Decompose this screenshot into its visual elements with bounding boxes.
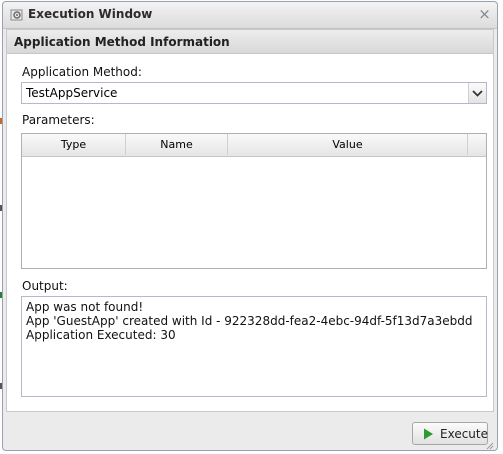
gear-window-icon [10, 8, 24, 22]
play-icon [423, 428, 434, 443]
panel-header: Application Method Information [7, 30, 493, 54]
column-header-spacer [468, 134, 486, 155]
application-method-value: TestAppService [26, 86, 118, 100]
output-line: App 'GuestApp' created with Id - 922328d… [26, 314, 473, 328]
parameters-label: Parameters: [22, 113, 95, 127]
method-info-panel: Application Method Information Applicati… [6, 29, 494, 412]
column-header-type[interactable]: Type [22, 134, 126, 155]
execute-button[interactable]: Execute [412, 422, 488, 445]
resize-grip-icon[interactable] [486, 439, 494, 450]
window-title: Execution Window [28, 7, 153, 21]
panel-title: Application Method Information [14, 35, 230, 49]
application-method-label: Application Method: [22, 65, 142, 79]
execute-label: Execute [440, 427, 488, 441]
parameters-grid[interactable]: Type Name Value [21, 133, 487, 269]
application-method-select[interactable]: TestAppService [21, 82, 487, 104]
column-header-value[interactable]: Value [228, 134, 468, 155]
parameters-grid-header: Type Name Value [22, 134, 486, 157]
output-textarea[interactable]: App was not found! App 'GuestApp' create… [21, 296, 487, 397]
column-header-name[interactable]: Name [126, 134, 228, 155]
execution-window: Execution Window × Application Method In… [2, 1, 498, 451]
chevron-down-icon[interactable] [468, 83, 486, 103]
output-line: App was not found! [26, 300, 144, 314]
output-line: Application Executed: 30 [26, 328, 176, 342]
output-label: Output: [22, 279, 68, 293]
close-icon[interactable]: × [478, 7, 491, 22]
window-titlebar[interactable]: Execution Window × [3, 2, 497, 29]
